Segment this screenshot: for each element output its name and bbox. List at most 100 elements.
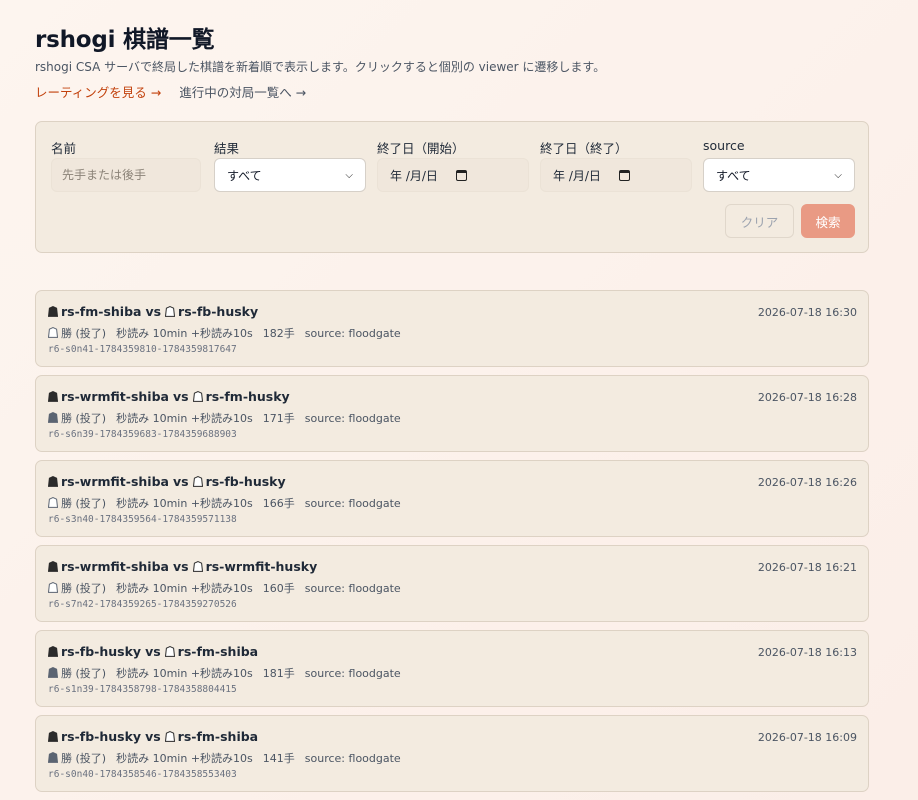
game-meta: 勝 (投了) 秒読み 10min +秒読み10s 182手 source: flood… [48,325,411,341]
game-title: rs-fb-husky vs rs-fm-shiba [48,729,258,744]
game-date: 2026-07-18 16:21 [757,561,857,574]
winner-piece-icon [48,581,61,595]
game-card[interactable]: rs-wrmfit-shiba vs rs-fb-husky 2026-07-18 1… [35,460,869,537]
start-date-input[interactable]: 年 /月/日 [377,158,529,192]
vs-label: vs [172,559,189,574]
game-card[interactable]: rs-fb-husky vs rs-fm-shiba 2026-07-18 16:09… [35,715,869,792]
vs-label: vs [145,729,161,744]
result-label: 結果 [214,141,240,156]
white-piece-icon [164,644,178,659]
game-result: 勝 (投了) [61,752,107,765]
start-date-value: 年 /月/日 [390,168,438,183]
game-id: r6-s6n39-1784359683-1784359688903 [48,429,237,440]
header-links: レーティングを見る → 進行中の対局一覧へ → [35,82,306,101]
black-piece-icon [48,304,61,319]
game-result: 勝 (投了) [61,667,107,680]
game-date: 2026-07-18 16:26 [757,476,857,489]
calendar-icon[interactable] [456,169,468,181]
game-source: source: floodgate [304,581,401,595]
white-player: rs-fm-shiba [177,729,259,744]
page-subtitle: rshogi CSA サーバで終局した棋譜を新着順で表示します。クリックすると個… [35,60,606,74]
result-select[interactable]: すべて ⌵ [214,158,366,192]
game-source: source: floodgate [304,411,401,425]
game-id: r6-s1n39-1784358798-1784358804415 [48,684,237,695]
vs-label: vs [145,304,162,319]
move-count: 182手 [262,327,295,340]
page-title: rshogi 棋譜一覧 [35,27,215,53]
time-control: 秒読み 10min +秒読み10s [116,752,253,765]
black-piece-icon [48,474,61,489]
game-title: rs-fb-husky vs rs-fm-shiba [48,644,258,659]
vs-label: vs [172,389,189,404]
game-card[interactable]: rs-wrmfit-shiba vs rs-fm-husky 2026-07-18 1… [35,375,869,452]
game-id: r6-s0n40-1784358546-1784358553403 [48,769,237,780]
time-control: 秒読み 10min +秒読み10s [116,667,253,680]
game-result: 勝 (投了) [61,497,107,510]
winner-piece-icon [48,496,61,510]
game-date: 2026-07-18 16:28 [757,391,857,404]
clear-button[interactable]: クリア [725,204,794,238]
black-player: rs-fm-shiba [61,304,142,319]
end-date-input[interactable]: 年 /月/日 [540,158,692,192]
black-piece-icon [48,644,61,659]
white-piece-icon [192,559,206,574]
game-date: 2026-07-18 16:30 [757,306,857,319]
game-source: source: floodgate [304,751,401,765]
white-piece-icon [165,304,178,319]
winner-piece-icon [48,751,61,765]
game-date: 2026-07-18 16:09 [757,731,857,744]
white-player: rs-fb-husky [178,304,259,319]
winner-piece-icon [48,666,61,680]
name-input[interactable] [51,158,201,192]
winner-piece-icon [48,411,61,425]
black-player: rs-fb-husky [61,644,142,659]
white-piece-icon [192,474,206,489]
game-id: r6-s3n40-1784359564-1784359571138 [48,514,237,525]
result-select-value: すべて [227,168,262,183]
white-player: rs-fm-husky [205,389,290,404]
game-source: source: floodgate [304,326,401,340]
game-id: r6-s0n41-1784359810-1784359817647 [48,344,237,355]
move-count: 141手 [262,752,295,765]
game-meta: 勝 (投了) 秒読み 10min +秒読み10s 141手 source: flood… [48,750,411,766]
winner-piece-icon [48,326,61,340]
game-title: rs-wrmfit-shiba vs rs-wrmfit-husky [48,559,317,574]
calendar-icon[interactable] [619,169,631,181]
black-player: rs-wrmfit-shiba [61,474,169,489]
name-label: 名前 [51,141,77,156]
white-player: rs-fm-shiba [177,644,259,659]
game-card[interactable]: rs-fm-shiba vs rs-fb-husky 2026-07-18 16:30… [35,290,869,367]
game-source: source: floodgate [304,666,401,680]
vs-label: vs [172,474,189,489]
game-id: r6-s7n42-1784359265-1784359270526 [48,599,237,610]
live-games-link[interactable]: 進行中の対局一覧へ → [179,85,306,100]
game-result: 勝 (投了) [61,582,107,595]
end-date-value: 年 /月/日 [553,168,601,183]
game-card[interactable]: rs-wrmfit-shiba vs rs-wrmfit-husky 2026-07-… [35,545,869,622]
black-player: rs-wrmfit-shiba [61,389,169,404]
game-meta: 勝 (投了) 秒読み 10min +秒読み10s 181手 source: flood… [48,665,411,681]
white-player: rs-wrmfit-husky [205,559,318,574]
vs-label: vs [145,644,161,659]
game-title: rs-wrmfit-shiba vs rs-fm-husky [48,389,290,404]
game-source: source: floodgate [304,496,401,510]
black-piece-icon [48,389,61,404]
move-count: 166手 [262,497,295,510]
white-piece-icon [164,729,178,744]
game-card[interactable]: rs-fb-husky vs rs-fm-shiba 2026-07-18 16:13… [35,630,869,707]
game-title: rs-wrmfit-shiba vs rs-fb-husky [48,474,286,489]
time-control: 秒読み 10min +秒読み10s [116,327,253,340]
game-meta: 勝 (投了) 秒読み 10min +秒読み10s 166手 source: flood… [48,495,411,511]
source-select[interactable]: すべて ⌵ [703,158,855,192]
white-piece-icon [192,389,206,404]
source-select-value: すべて [716,168,751,183]
game-title: rs-fm-shiba vs rs-fb-husky [48,304,258,319]
filter-panel: 名前 結果 すべて ⌵ 終了日（開始） 年 /月/日 終了日（終了） 年 /月/… [35,121,869,253]
search-button[interactable]: 検索 [801,204,855,238]
chevron-down-icon: ⌵ [834,169,842,181]
rating-link[interactable]: レーティングを見る → [35,85,161,100]
time-control: 秒読み 10min +秒読み10s [116,497,253,510]
move-count: 160手 [262,582,295,595]
black-player: rs-wrmfit-shiba [61,559,169,574]
start-date-label: 終了日（開始） [377,141,465,156]
